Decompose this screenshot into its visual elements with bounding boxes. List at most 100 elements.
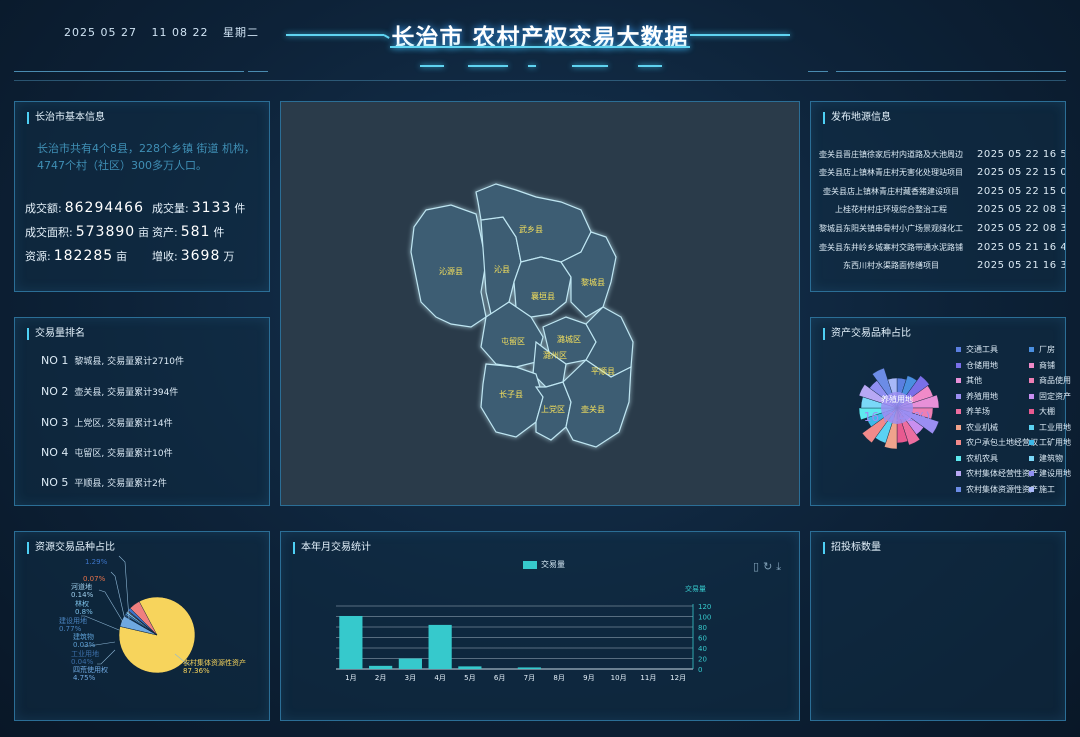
area-stat: 成交面积: 573890 亩 bbox=[25, 224, 149, 240]
legend-label: 建设用地 bbox=[1039, 469, 1071, 478]
asset-unit: 件 bbox=[213, 226, 225, 239]
res-label-jianshe: 建设用地 0.77% bbox=[59, 617, 87, 633]
news-row[interactable]: 东西川村水渠路面修缮项目 2025 05 21 16 36 14 0 bbox=[811, 260, 1065, 271]
rank-item: NO 2 壶关县, 交易量累计394件 bbox=[41, 385, 178, 398]
res-label-gongye: 工业用地 0.04% bbox=[71, 650, 99, 666]
resource-stat: 资源: 182285 亩 bbox=[25, 248, 127, 264]
news-row-partial[interactable] bbox=[811, 128, 1065, 133]
asset-legend-item[interactable]: 商铺 bbox=[1029, 360, 1055, 371]
legend-swatch bbox=[1029, 471, 1034, 476]
res-label-0-07: 0.07% bbox=[83, 575, 106, 583]
asset-legend-item[interactable]: 农村集体经营性资产 bbox=[956, 468, 1038, 479]
asset-legend-item[interactable]: 其他 bbox=[956, 375, 982, 386]
legend-swatch bbox=[956, 486, 961, 492]
bar[interactable] bbox=[517, 667, 541, 669]
asset-legend-item[interactable]: 交通工具 bbox=[956, 344, 998, 355]
city-intro: 长治市共有4个8县，228个乡镇 街道 机构，4747个村（社区）300多万人口… bbox=[37, 142, 255, 172]
y-tick-label: 100 bbox=[698, 614, 711, 622]
city-map[interactable]: 沁源县 沁县 武乡县 襄垣县 黎城县 屯留区 潞城区 潞州区 平顺县 长子县 上… bbox=[281, 102, 801, 507]
bid-panel: 招投标数量 bbox=[810, 531, 1066, 721]
news-row-title: 东西川村水渠路面修缮项目 bbox=[843, 261, 939, 270]
news-row[interactable]: 壶关县晋庄镇徐家后村内道路及大池周边 2025 05 22 16 52 27 0 bbox=[811, 149, 1065, 160]
x-tick-label: 5月 bbox=[464, 674, 475, 682]
bar[interactable] bbox=[458, 666, 482, 669]
rank-item: NO 1 黎城县, 交易量累计2710件 bbox=[41, 354, 184, 367]
news-row-title: 壶关县店上镇林青庄村无害化处理站项目 bbox=[819, 168, 963, 177]
legend-label: 农村集体资源性资产 bbox=[966, 484, 1038, 494]
bar[interactable] bbox=[398, 658, 422, 670]
res-label-sihuang: 四荒使用权 4.75% bbox=[73, 666, 108, 682]
asset-legend-item[interactable]: 工业用地 bbox=[1029, 422, 1071, 433]
asset-legend-item[interactable]: 商品使用 bbox=[1029, 375, 1071, 386]
legend-swatch bbox=[956, 362, 961, 368]
news-row[interactable]: 壶关县东井岭乡城寨村交路带通水泥路铺 2025 05 21 16 41 28 0 bbox=[811, 242, 1065, 253]
bar[interactable] bbox=[428, 624, 452, 669]
asset-legend-item[interactable]: 农机农具 bbox=[956, 453, 998, 464]
title-line-right bbox=[690, 34, 790, 36]
map-label-qinyuan: 沁源县 bbox=[439, 266, 463, 276]
res-label-hedao: 河道地 0.14% bbox=[71, 583, 94, 599]
asset-legend-item[interactable]: 厂房 bbox=[1029, 344, 1055, 355]
news-row-title: 壶关县东井岭乡城寨村交路带通水泥路铺 bbox=[819, 243, 963, 252]
legend-swatch bbox=[1029, 455, 1034, 461]
resource-value: 182285 bbox=[53, 248, 114, 264]
asset-legend-item[interactable]: 农户承包土地经营权 bbox=[956, 437, 1038, 448]
x-tick-label: 6月 bbox=[494, 674, 505, 682]
rank-text: 上党区, 交易量累计14件 bbox=[74, 419, 173, 429]
asset-legend-item[interactable]: 建筑物 bbox=[1029, 453, 1063, 464]
legend-swatch bbox=[956, 471, 961, 476]
legend-swatch bbox=[956, 393, 961, 399]
news-row-title: 黎城县东阳关镇串骨村小广场景观绿化工 bbox=[819, 224, 963, 233]
legend-label: 交通工具 bbox=[966, 345, 998, 354]
legend-label: 其他 bbox=[966, 376, 982, 385]
asset-legend-item[interactable]: 建设用地 bbox=[1029, 468, 1071, 479]
ranking-panel: 交易量排名 NO 1 黎城县, 交易量累计2710件 NO 2 壶关县, 交易量累计… bbox=[14, 317, 270, 506]
rank-item: NO 5 平顺县, 交易量累计2件 bbox=[41, 476, 167, 489]
rank-no: NO 2 bbox=[41, 385, 69, 398]
monthly-bar-chart[interactable]: 0 20 40 60 80 100 120 交易量 1月 2月 3月 4月 5月 6月 7月 8月 9月 10月 1… bbox=[281, 532, 801, 722]
news-row[interactable]: 壶关县店上镇林青庄村无害化处理站项目 2025 05 22 15 08 51 0 bbox=[811, 167, 1065, 178]
map-label-qinxian: 沁县 bbox=[494, 264, 510, 274]
asset-legend-item[interactable]: 施工 bbox=[1029, 484, 1055, 495]
asset-center-label: 养殖用地 bbox=[881, 394, 913, 404]
asset-legend-item[interactable]: 养殖用地 bbox=[956, 391, 998, 402]
news-row[interactable]: 黎城县东阳关镇串骨村小广场景观绿化工 2025 05 22 08 31 57 0 bbox=[811, 223, 1065, 234]
news-row-date: 2025 05 22 08 35 09 0 bbox=[977, 204, 1065, 215]
header-rule-left-short bbox=[248, 71, 268, 72]
legend-swatch bbox=[1029, 486, 1034, 492]
resource-pie-chart[interactable] bbox=[15, 532, 271, 722]
legend-label: 养殖用地 bbox=[966, 391, 998, 401]
x-tick-label: 9月 bbox=[583, 674, 594, 682]
rank-text: 黎城县, 交易量累计2710件 bbox=[74, 357, 185, 367]
news-row[interactable]: 上桂花村村庄环境综合整治工程 2025 05 22 08 35 09 0 bbox=[811, 204, 1065, 215]
map-label-zhangzi: 长子县 bbox=[499, 389, 523, 399]
bar[interactable] bbox=[369, 665, 393, 669]
news-row[interactable]: 壶关县店上镇林青庄村藏香猪建设项目 2025 05 22 15 07 44 0 bbox=[811, 186, 1065, 197]
asset-legend-item[interactable]: 大棚 bbox=[1029, 406, 1055, 417]
asset-legend-item[interactable]: 工矿用地 bbox=[1029, 437, 1071, 448]
map-label-huguan: 壶关县 bbox=[581, 404, 605, 414]
area-unit: 亩 bbox=[138, 226, 150, 239]
asset-legend-item[interactable]: 仓储用地 bbox=[956, 360, 998, 371]
legend-label: 施工 bbox=[1039, 484, 1055, 494]
x-tick-label: 8月 bbox=[553, 674, 564, 682]
resource-unit: 亩 bbox=[116, 250, 128, 263]
legend-swatch bbox=[956, 409, 961, 414]
res-label-jiti: 农村集体资源性资产 87.36% bbox=[183, 659, 246, 675]
rank-item: NO 4 屯留区, 交易量累计10件 bbox=[41, 446, 173, 459]
asset-donut-chart[interactable]: 养殖用地 16 (3.41%) bbox=[847, 358, 947, 468]
legend-label: 固定资产 bbox=[1039, 391, 1071, 401]
asset-legend-item[interactable]: 固定资产 bbox=[1029, 391, 1071, 402]
res-label-jianzhu: 建筑物 0.03% bbox=[73, 633, 96, 649]
asset-legend-item[interactable]: 养羊场 bbox=[956, 406, 990, 417]
title-line-left bbox=[286, 34, 384, 36]
deal-amount-stat: 成交额: 86294466 bbox=[25, 200, 147, 216]
asset-value: 581 bbox=[180, 224, 211, 240]
asset-legend-item[interactable]: 农业机械 bbox=[956, 422, 998, 433]
bar[interactable] bbox=[339, 615, 363, 669]
asset-legend-item[interactable]: 农村集体资源性资产 bbox=[956, 484, 1038, 495]
legend-swatch bbox=[1029, 393, 1034, 399]
asset-center-value: 16 (3.41%) bbox=[864, 410, 931, 424]
leader-line bbox=[97, 649, 116, 665]
bid-title: 招投标数量 bbox=[823, 542, 881, 554]
